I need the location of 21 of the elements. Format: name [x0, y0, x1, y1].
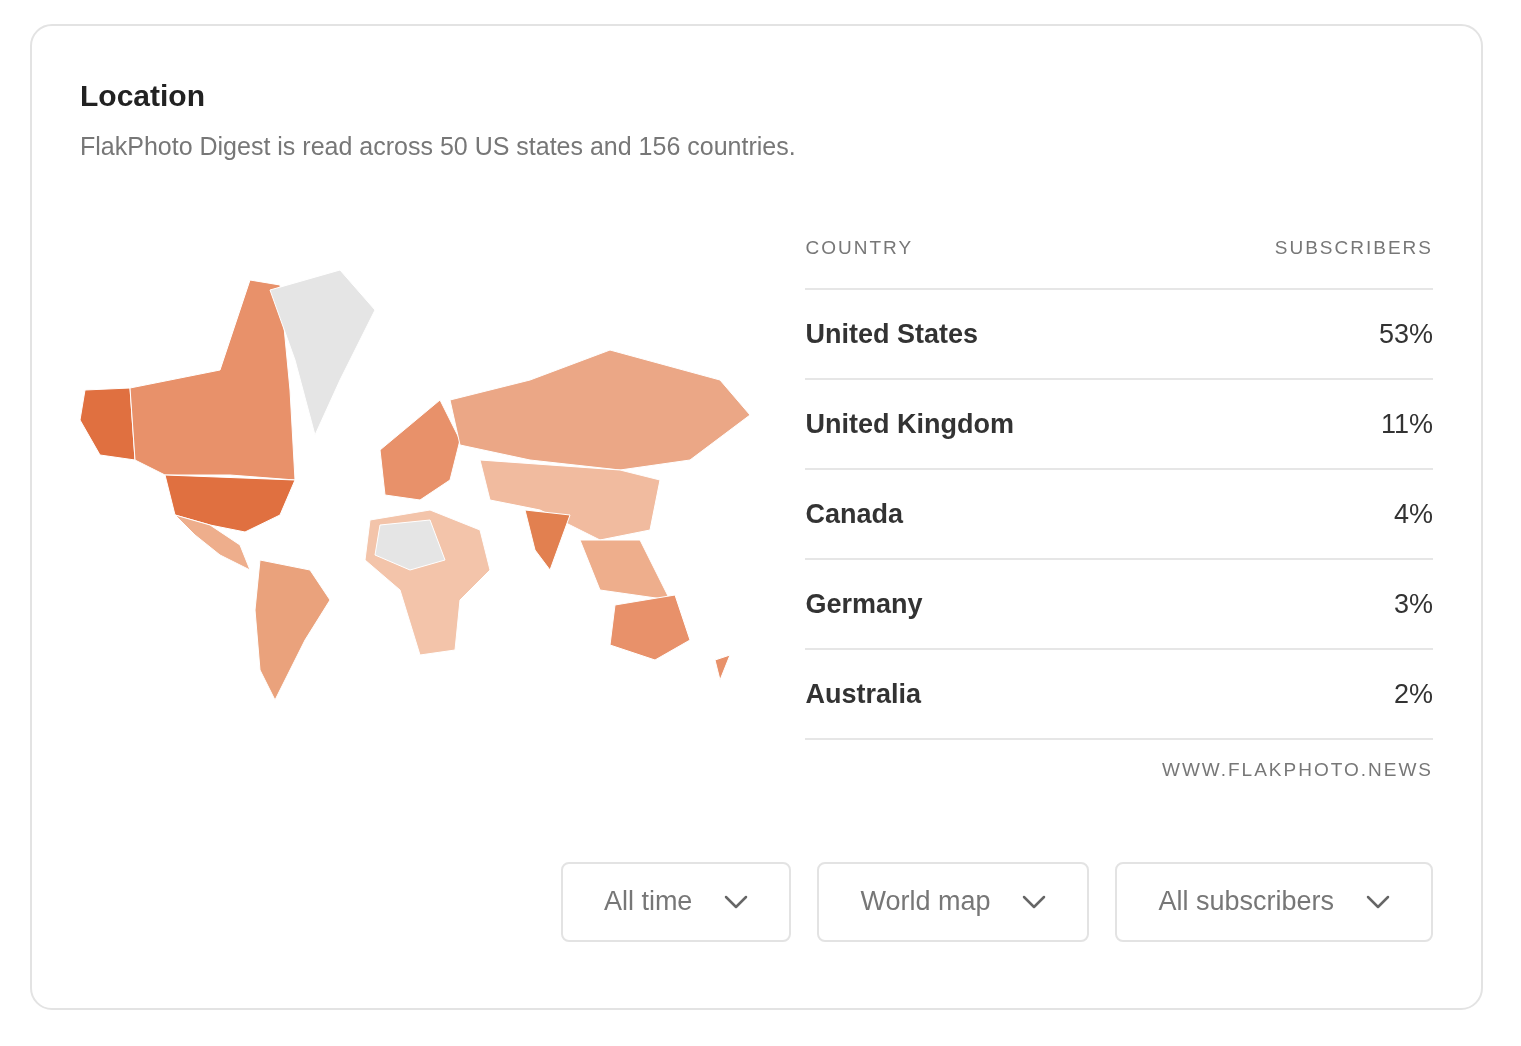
chevron-down-icon	[724, 894, 749, 909]
subscriber-share: 53%	[1378, 317, 1433, 351]
country-name: Canada	[805, 497, 903, 531]
filter-dropdown[interactable]: All subscribers	[1115, 861, 1433, 942]
subscriber-share: 4%	[1393, 497, 1433, 531]
section-description: FlakPhoto Digest is read across 50 US states and 156 countries.	[80, 131, 797, 162]
subscriber-share: 3%	[1393, 587, 1433, 621]
country-name: Germany	[805, 587, 923, 621]
country-name: United Kingdom	[805, 407, 1014, 441]
column-header: SUBSCRIBERS	[1274, 236, 1433, 260]
section-title: Location	[80, 78, 206, 114]
source-url: WWW.FLAKPHOTO.NEWS	[1161, 758, 1433, 782]
subscriber-share: 2%	[1393, 677, 1433, 711]
filter-dropdown[interactable]: World map	[817, 861, 1090, 942]
subscriber-share: 11%	[1380, 407, 1433, 441]
chevron-down-icon	[1022, 894, 1047, 909]
country-name: Australia	[805, 677, 921, 711]
country-name: United States	[805, 317, 978, 351]
filter-dropdown[interactable]: All time	[560, 861, 792, 942]
column-header: COUNTRY	[805, 236, 914, 260]
chevron-down-icon	[1366, 894, 1390, 909]
